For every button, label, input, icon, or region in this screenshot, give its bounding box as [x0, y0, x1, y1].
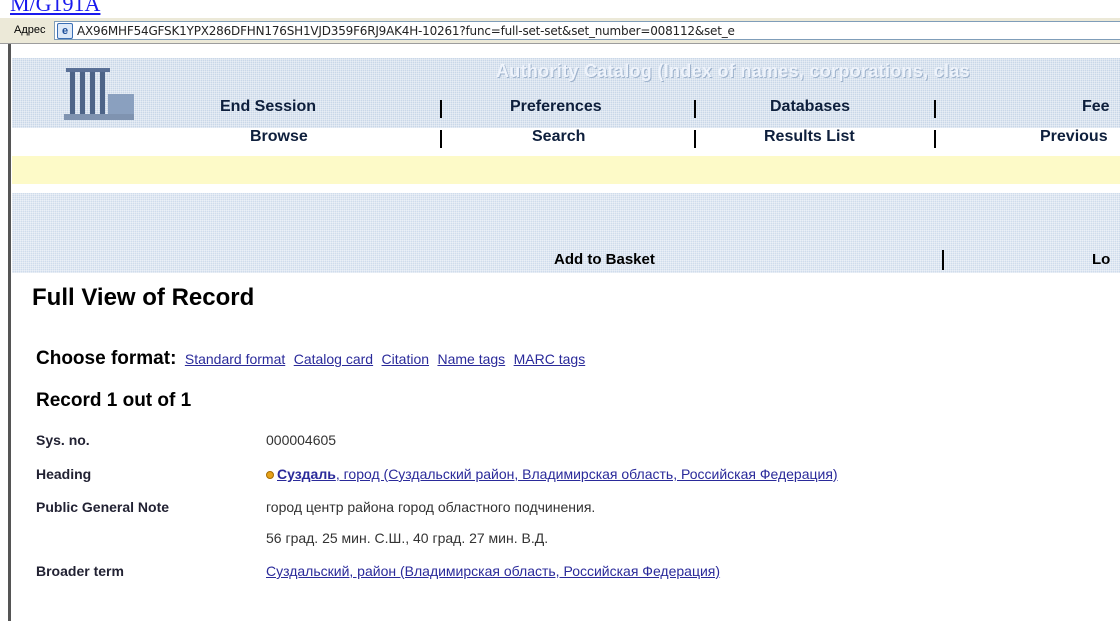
nav-previous[interactable]: Previous [1040, 128, 1108, 146]
address-label: Адрес [14, 24, 46, 36]
field-value-sys-no: 000004605 [266, 432, 337, 448]
nav-separator [694, 130, 696, 148]
bullet-icon [266, 471, 274, 480]
format-citation-link[interactable]: Citation [382, 351, 429, 367]
nav-databases[interactable]: Databases [770, 98, 850, 116]
format-standard-link[interactable]: Standard format [185, 351, 285, 367]
nav-separator [440, 100, 442, 118]
field-value-coordinates: 56 град. 25 мин. С.Ш., 40 град. 27 мин. … [266, 530, 549, 546]
address-url[interactable]: AX96MHF54GFSK1YPX286DFHN176SH1VJD359F6RJ… [77, 24, 735, 38]
basket-bar: Add to Basket Lo [12, 193, 1120, 273]
basket-right-action[interactable]: Lo [1092, 251, 1110, 268]
record-count: Record 1 out of 1 [36, 390, 192, 411]
nav-preferences[interactable]: Preferences [510, 98, 602, 116]
add-to-basket-button[interactable]: Add to Basket [554, 251, 655, 268]
field-value-broader-term: Суздальский, район (Владимирская область… [266, 563, 720, 579]
nav-separator [934, 130, 936, 148]
basket-separator [942, 250, 944, 270]
format-marc-tags-link[interactable]: MARC tags [514, 351, 586, 367]
heading-link-rest: , город (Суздальский район, Владимирская… [335, 466, 838, 482]
field-value-public-note: город центр района город областного подч… [266, 499, 596, 515]
broader-term-link[interactable]: Суздальский, район (Владимирская область… [266, 563, 720, 579]
field-value-heading: Суздаль, город (Суздальский район, Влади… [266, 466, 838, 482]
nav-results-list[interactable]: Results List [764, 128, 855, 146]
heading-link[interactable]: Суздаль, город (Суздальский район, Влади… [277, 466, 838, 482]
choose-format-label: Choose format: [36, 348, 177, 369]
heading-link-name: Суздаль [277, 466, 336, 482]
field-label-public-note: Public General Note [36, 499, 170, 515]
window-left-border [8, 44, 11, 621]
message-bar [12, 156, 1120, 184]
nav-end-session[interactable]: End Session [220, 98, 316, 116]
choose-format: Choose format: Standard format Catalog c… [36, 348, 585, 370]
catalog-title: Authority Catalog (Index of names, corpo… [496, 61, 970, 81]
address-bar: Адрес e AX96MHF54GFSK1YPX286DFHN176SH1VJ… [0, 18, 1120, 44]
ie-page-icon: e [57, 23, 73, 39]
nav-row-1: End Session Preferences Databases Fee [12, 98, 1120, 120]
nav-separator [440, 130, 442, 148]
address-field[interactable]: e AX96MHF54GFSK1YPX286DFHN176SH1VJD359F6… [54, 21, 1120, 40]
field-label-sys-no: Sys. no. [36, 432, 90, 448]
page-title: Full View of Record [32, 284, 255, 311]
nav-search[interactable]: Search [532, 128, 585, 146]
top-link[interactable]: M/G191A [10, 0, 100, 17]
nav-row-2: Browse Search Results List Previous [12, 128, 1120, 150]
nav-separator [934, 100, 936, 118]
catalog-header: Authority Catalog (Index of names, corpo… [12, 58, 1120, 148]
nav-separator [694, 100, 696, 118]
nav-feedback[interactable]: Fee [1082, 98, 1110, 116]
field-label-heading: Heading [36, 466, 92, 482]
format-name-tags-link[interactable]: Name tags [437, 351, 505, 367]
nav-browse[interactable]: Browse [250, 128, 308, 146]
field-label-broader-term: Broader term [36, 563, 124, 579]
format-catalog-card-link[interactable]: Catalog card [294, 351, 373, 367]
